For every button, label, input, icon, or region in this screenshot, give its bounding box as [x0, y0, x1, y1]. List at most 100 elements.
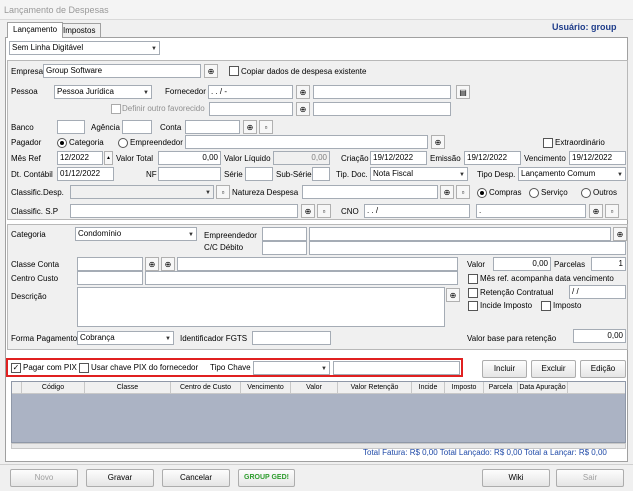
cno-search-icon[interactable]: ⊕ — [589, 204, 603, 218]
subserie-input[interactable] — [312, 167, 330, 181]
tab-impostos[interactable]: Impostos — [57, 23, 102, 38]
valor-base-input[interactable]: 0,00 — [573, 329, 626, 343]
servico-radio[interactable] — [529, 188, 539, 198]
grid-col-parcela[interactable]: Parcela — [484, 382, 518, 393]
natureza-doc-icon[interactable]: ▫ — [456, 185, 470, 199]
empresa-input[interactable]: Group Software — [43, 64, 201, 78]
classific-desp-doc-icon[interactable]: ▫ — [216, 185, 230, 199]
retencao-checkbox[interactable] — [468, 288, 478, 298]
grid-col-codigo[interactable]: Código — [22, 382, 85, 393]
usar-chave-pix-checkbox[interactable] — [79, 363, 89, 373]
fornecedor-search-icon[interactable]: ⊕ — [296, 85, 310, 99]
grid-col-valor-retencao[interactable]: Valor Retenção — [338, 382, 412, 393]
tipo-chave-select[interactable] — [253, 361, 330, 375]
cancelar-button[interactable]: Cancelar — [162, 469, 230, 487]
favorecido-name-input[interactable] — [313, 102, 451, 116]
valor-input[interactable]: 0,00 — [493, 257, 551, 271]
descricao-search-icon[interactable]: ⊕ — [446, 288, 460, 302]
classific-sp-search-icon[interactable]: ⊕ — [301, 204, 315, 218]
mesref-spin-icon[interactable]: ▲ — [104, 151, 113, 165]
agencia-input[interactable] — [122, 120, 152, 134]
nf-input[interactable] — [158, 167, 221, 181]
classe-conta-name-input[interactable] — [177, 257, 458, 271]
sair-button[interactable]: Sair — [556, 469, 624, 487]
incluir-button[interactable]: Incluir — [482, 360, 527, 378]
classe-conta-search-icon[interactable]: ⊕ — [145, 257, 159, 271]
gravar-button[interactable]: Gravar — [86, 469, 154, 487]
criacao-input[interactable]: 19/12/2022 — [370, 151, 427, 165]
empreendedor-name-input[interactable] — [309, 227, 611, 241]
classific-sp-input[interactable] — [70, 204, 298, 218]
grid-col-vencimento[interactable]: Vencimento — [241, 382, 291, 393]
mes-ref-acompanha-checkbox[interactable] — [468, 274, 478, 284]
grid-col-data-apuracao[interactable]: Data Apuração — [518, 382, 568, 393]
pagador-input[interactable] — [185, 135, 428, 149]
incide-imposto-checkbox[interactable] — [468, 301, 478, 311]
fornecedor-name-input[interactable] — [313, 85, 451, 99]
grid-col-centro-custo[interactable]: Centro de Custo — [171, 382, 241, 393]
ident-fgts-input[interactable] — [252, 331, 331, 345]
classe-conta-input[interactable] — [77, 257, 143, 271]
fornecedor-detail-icon[interactable]: ▤ — [456, 85, 470, 99]
cno-input[interactable]: . . / — [364, 204, 470, 218]
vencimento-input[interactable]: 19/12/2022 — [569, 151, 626, 165]
chave-pix-input[interactable] — [333, 361, 460, 375]
retencao-date-input[interactable]: / / — [569, 285, 626, 299]
cc-debito-name-input[interactable] — [309, 241, 626, 255]
favorecido-search-icon[interactable]: ⊕ — [296, 102, 310, 116]
cno-doc-icon[interactable]: ▫ — [605, 204, 619, 218]
forma-pagamento-select[interactable]: Cobrança — [77, 331, 174, 345]
pagador-categoria-radio[interactable] — [57, 138, 67, 148]
cno-input-2[interactable]: . — [476, 204, 586, 218]
conta-doc-icon[interactable]: ▫ — [259, 120, 273, 134]
definir-favorecido-checkbox[interactable] — [111, 104, 121, 114]
natureza-input[interactable] — [302, 185, 438, 199]
grid-col-valor[interactable]: Valor — [291, 382, 338, 393]
fornecedor-cnpj-input[interactable]: . . / - — [208, 85, 293, 99]
empresa-search-icon[interactable]: ⊕ — [204, 64, 218, 78]
classe-conta-search2-icon[interactable]: ⊕ — [161, 257, 175, 271]
imposto-checkbox[interactable] — [541, 301, 551, 311]
compras-radio[interactable] — [477, 188, 487, 198]
pagador-empreendedor-radio[interactable] — [118, 138, 128, 148]
extraordinario-checkbox[interactable] — [543, 138, 553, 148]
edicao-button[interactable]: Edição — [580, 360, 626, 378]
banco-input[interactable] — [57, 120, 85, 134]
tab-lancamento[interactable]: Lançamento — [7, 22, 64, 38]
cc-debito-code-input[interactable] — [262, 241, 307, 255]
items-grid[interactable]: Código Classe Centro de Custo Vencimento… — [11, 381, 626, 443]
wiki-button[interactable]: Wiki — [482, 469, 550, 487]
pessoa-select[interactable]: Pessoa Jurídica — [54, 85, 152, 99]
parcelas-input[interactable]: 1 — [591, 257, 626, 271]
centro-custo-name-input[interactable] — [145, 271, 458, 285]
grid-col-classe[interactable]: Classe — [85, 382, 171, 393]
tipodesp-select[interactable]: Lançamento Comum — [518, 167, 626, 181]
conta-search-icon[interactable]: ⊕ — [243, 120, 257, 134]
group-ged-button[interactable]: GROUP GED! — [238, 469, 295, 487]
centro-custo-input[interactable] — [77, 271, 143, 285]
natureza-search-icon[interactable]: ⊕ — [440, 185, 454, 199]
empreendedor-code-input[interactable] — [262, 227, 307, 241]
pagar-pix-checkbox[interactable]: ✓ — [11, 363, 21, 373]
categoria-select[interactable]: Condomínio — [75, 227, 197, 241]
grid-col-incide[interactable]: Incide — [412, 382, 445, 393]
mode-select[interactable]: Sem Linha Digitável — [9, 41, 160, 55]
descricao-textarea[interactable] — [77, 287, 445, 327]
empreendedor-search-icon[interactable]: ⊕ — [613, 227, 627, 241]
serie-input[interactable] — [245, 167, 273, 181]
outros-radio[interactable] — [581, 188, 591, 198]
grid-col-imposto[interactable]: Imposto — [445, 382, 484, 393]
novo-button[interactable]: Novo — [10, 469, 78, 487]
dtcontabil-input[interactable]: 01/12/2022 — [57, 167, 114, 181]
conta-input[interactable] — [185, 120, 240, 134]
pagador-search-icon[interactable]: ⊕ — [431, 135, 445, 149]
classific-sp-doc-icon[interactable]: ▫ — [317, 204, 331, 218]
mesref-input[interactable]: 12/2022 — [57, 151, 103, 165]
tipodoc-select[interactable]: Nota Fiscal — [370, 167, 468, 181]
valor-total-input[interactable]: 0,00 — [158, 151, 221, 165]
emissao-input[interactable]: 19/12/2022 — [464, 151, 521, 165]
excluir-button[interactable]: Excluir — [531, 360, 576, 378]
copy-expense-checkbox[interactable] — [229, 66, 239, 76]
classific-desp-select[interactable] — [70, 185, 214, 199]
favorecido-doc-input[interactable] — [209, 102, 293, 116]
